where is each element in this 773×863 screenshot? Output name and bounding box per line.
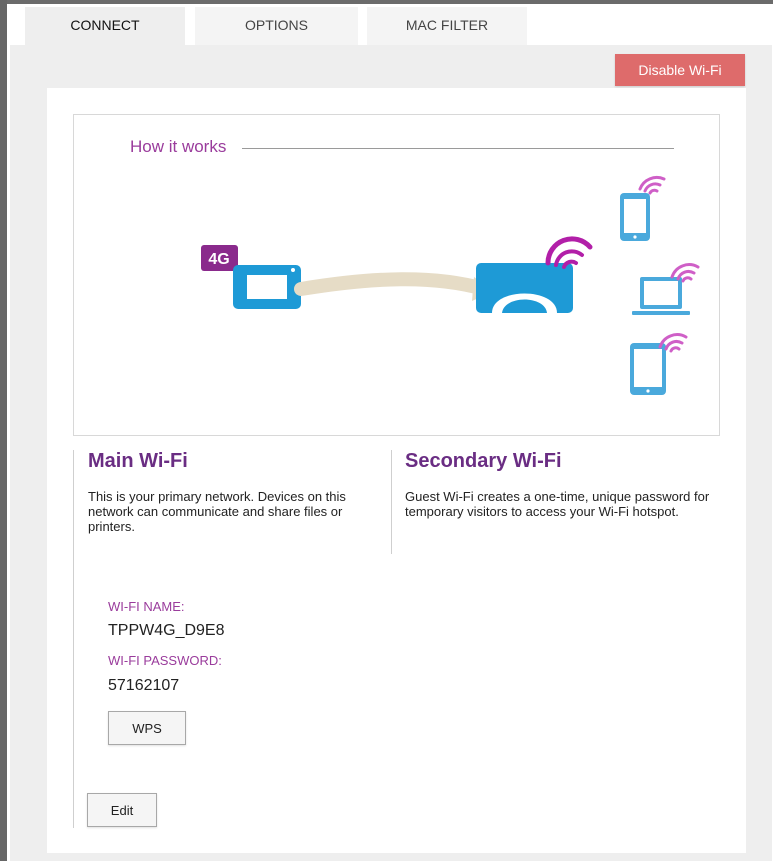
hotspot-wifi-icon	[545, 236, 593, 269]
wps-button[interactable]: WPS	[108, 711, 186, 745]
router-icon	[233, 265, 301, 309]
laptop-icon	[632, 277, 690, 315]
hotspot-icon	[476, 263, 573, 313]
tablet-icon	[630, 343, 666, 395]
4g-badge-label: 4G	[208, 251, 229, 268]
phone-wifi-icon	[638, 176, 666, 195]
4g-badge: 4G	[201, 245, 238, 271]
wifi-name-value: TPPW4G_D9E8	[108, 622, 225, 639]
diagram-illustration: 4G	[201, 176, 700, 395]
edit-button[interactable]: Edit	[87, 793, 157, 827]
how-it-works-diagram: How it works 4G	[73, 114, 720, 436]
tab-connect[interactable]: CONNECT	[25, 7, 185, 45]
secondary-wifi-description: Guest Wi-Fi creates a one-time, unique p…	[405, 489, 710, 519]
main-wifi-title: Main Wi-Fi	[88, 450, 188, 472]
section-rule	[73, 450, 74, 828]
main-wifi-description: This is your primary network. Devices on…	[88, 489, 346, 534]
column-divider	[391, 450, 392, 554]
wifi-password-label: WI-FI PASSWORD:	[108, 653, 222, 668]
wifi-name-label: WI-FI NAME:	[108, 599, 185, 614]
wifi-password-value: 57162107	[108, 677, 180, 694]
tab-mac-filter[interactable]: MAC FILTER	[367, 7, 527, 45]
disable-wifi-button[interactable]: Disable Wi-Fi	[615, 54, 745, 86]
phone-icon	[620, 193, 650, 241]
tab-bar: CONNECT OPTIONS MAC FILTER	[10, 7, 773, 45]
tab-options[interactable]: OPTIONS	[195, 7, 358, 45]
signal-arrow	[294, 272, 494, 301]
secondary-wifi-title: Secondary Wi-Fi	[405, 450, 562, 472]
